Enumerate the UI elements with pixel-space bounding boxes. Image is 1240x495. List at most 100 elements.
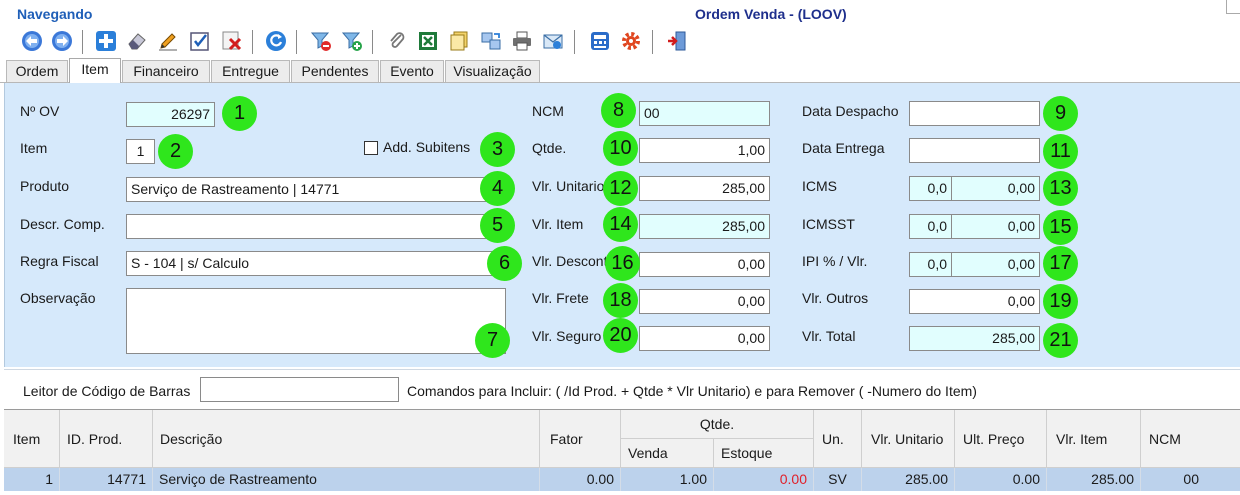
marker-badge: 14 [603,207,638,242]
delete-icon[interactable] [220,28,244,54]
col-header-qtde[interactable]: Qtde. [621,410,814,439]
marker-badge: 6 [487,246,522,281]
vlr-unitario-field[interactable]: 285,00 [639,176,770,201]
tab-entregue[interactable]: Entregue [211,60,290,82]
back-arrow-icon[interactable] [20,28,44,54]
marker-badge: 21 [1043,323,1078,358]
col-header-ncm[interactable]: NCM [1141,410,1240,468]
barcode-input[interactable] [200,377,399,402]
produto-label: Produto [20,178,70,194]
data-despacho-field[interactable] [909,101,1040,126]
refresh-icon[interactable] [264,28,288,54]
marker-badge: 7 [475,323,510,358]
vlr-frete-field[interactable]: 0,00 [639,289,770,314]
marker-badge: 20 [603,318,638,353]
calculator-icon[interactable] [588,28,612,54]
col-header-estoque[interactable]: Estoque [714,439,814,468]
filter-remove-icon[interactable] [309,28,333,54]
col-header-ult-preco[interactable]: Ult. Preço [955,410,1047,468]
col-header-vlr-unitario[interactable]: Vlr. Unitario [862,410,955,468]
cell-ncm: 00 [1183,471,1199,487]
vlr-outros-field[interactable]: 0,00 [909,289,1040,314]
icmsst-label: ICMSST [802,216,855,232]
marker-badge: 19 [1043,284,1078,319]
toolbar-separator [574,30,575,54]
add-icon[interactable] [94,28,118,54]
qtde-field[interactable]: 1,00 [639,138,770,163]
cell-fator: 0.00 [540,468,621,491]
items-grid: Item ID. Prod. Descrição Fator Qtde. Ven… [4,409,1240,495]
vlr-frete-label: Vlr. Frete [532,290,589,306]
vlr-total-field[interactable]: 285,00 [909,326,1040,351]
cell-descricao: Serviço de Rastreamento [153,468,540,491]
marker-badge: 1 [222,96,257,131]
cell-un: SV [814,468,862,491]
data-entrega-label: Data Entrega [802,140,885,156]
pencil-edit-icon[interactable] [156,28,180,54]
cell-ult-preco: 0.00 [955,468,1047,491]
vlr-unitario-label: Vlr. Unitario [532,178,605,194]
ov-number-field[interactable]: 26297 [126,102,215,127]
ipi-percent-field[interactable]: 0,0 [909,252,952,277]
documents-icon[interactable] [447,28,471,54]
cell-id-prod: 14771 [60,468,153,491]
vlr-seguro-field[interactable]: 0,00 [639,326,770,351]
col-header-id-prod[interactable]: ID. Prod. [60,410,153,468]
tab-financeiro[interactable]: Financeiro [122,60,210,82]
vlr-desconto-field[interactable]: 0,00 [639,252,770,277]
marker-badge: 9 [1043,96,1078,131]
produto-field[interactable]: Serviço de Rastreamento | 14771 [126,177,506,202]
ov-label: Nº OV [20,103,60,119]
col-header-descricao[interactable]: Descrição [153,410,540,468]
tab-item[interactable]: Item [69,58,121,83]
marker-badge: 8 [601,93,636,128]
marker-badge: 18 [603,283,638,318]
item-label: Item [20,140,48,156]
forward-arrow-icon[interactable] [50,28,74,54]
tab-visualizacao[interactable]: Visualização [445,60,540,82]
tab-pendentes[interactable]: Pendentes [291,60,379,82]
window-edge [1226,0,1240,14]
paperclip-icon[interactable] [385,28,409,54]
ipi-value-field[interactable]: 0,00 [951,252,1040,277]
email-icon[interactable] [541,28,565,54]
data-entrega-field[interactable] [909,138,1040,163]
qtde-label: Qtde. [532,140,567,156]
check-edit-icon[interactable] [188,28,212,54]
icmsst-value-field[interactable]: 0,00 [951,214,1040,239]
marker-badge: 17 [1043,246,1078,281]
item-number-field[interactable]: 1 [126,139,155,164]
vlr-item-field[interactable]: 285,00 [639,214,770,239]
col-header-venda[interactable]: Venda [621,439,714,468]
marker-badge: 3 [480,132,515,167]
exit-icon[interactable] [665,28,689,54]
gear-icon[interactable] [619,28,643,54]
printer-icon[interactable] [510,28,534,54]
add-subitens-checkbox[interactable] [364,141,378,155]
descr-comp-field[interactable] [126,214,506,239]
barcode-hint: Comandos para Incluir: ( /Id Prod. + Qtd… [407,383,977,399]
tab-ordem[interactable]: Ordem [6,60,68,82]
tab-evento[interactable]: Evento [380,60,444,82]
eraser-icon[interactable] [125,28,149,54]
marker-badge: 16 [605,246,640,281]
excel-icon[interactable] [416,28,440,54]
cell-vlr-item: 285.00 [1047,468,1141,491]
icms-value-field[interactable]: 0,00 [951,176,1040,201]
cell-item: 1 [4,468,60,491]
ncm-label: NCM [532,103,564,119]
ncm-field[interactable]: 00 [639,101,770,126]
icmsst-percent-field[interactable]: 0,0 [909,214,952,239]
observacao-field[interactable] [126,288,506,354]
regra-fiscal-field[interactable]: S - 104 | s/ Calculo [126,251,506,276]
icms-percent-field[interactable]: 0,0 [909,176,952,201]
toolbar-separator [296,30,297,54]
col-header-un[interactable]: Un. [814,410,862,468]
transfer-icon[interactable] [479,28,503,54]
col-header-item[interactable]: Item [4,410,60,468]
filter-add-icon[interactable] [340,28,364,54]
col-header-vlr-item[interactable]: Vlr. Item [1047,410,1141,468]
col-header-fator[interactable]: Fator [540,410,621,468]
marker-badge: 10 [603,131,638,166]
table-row[interactable]: 1 14771 Serviço de Rastreamento 0.00 1.0… [4,468,1240,491]
